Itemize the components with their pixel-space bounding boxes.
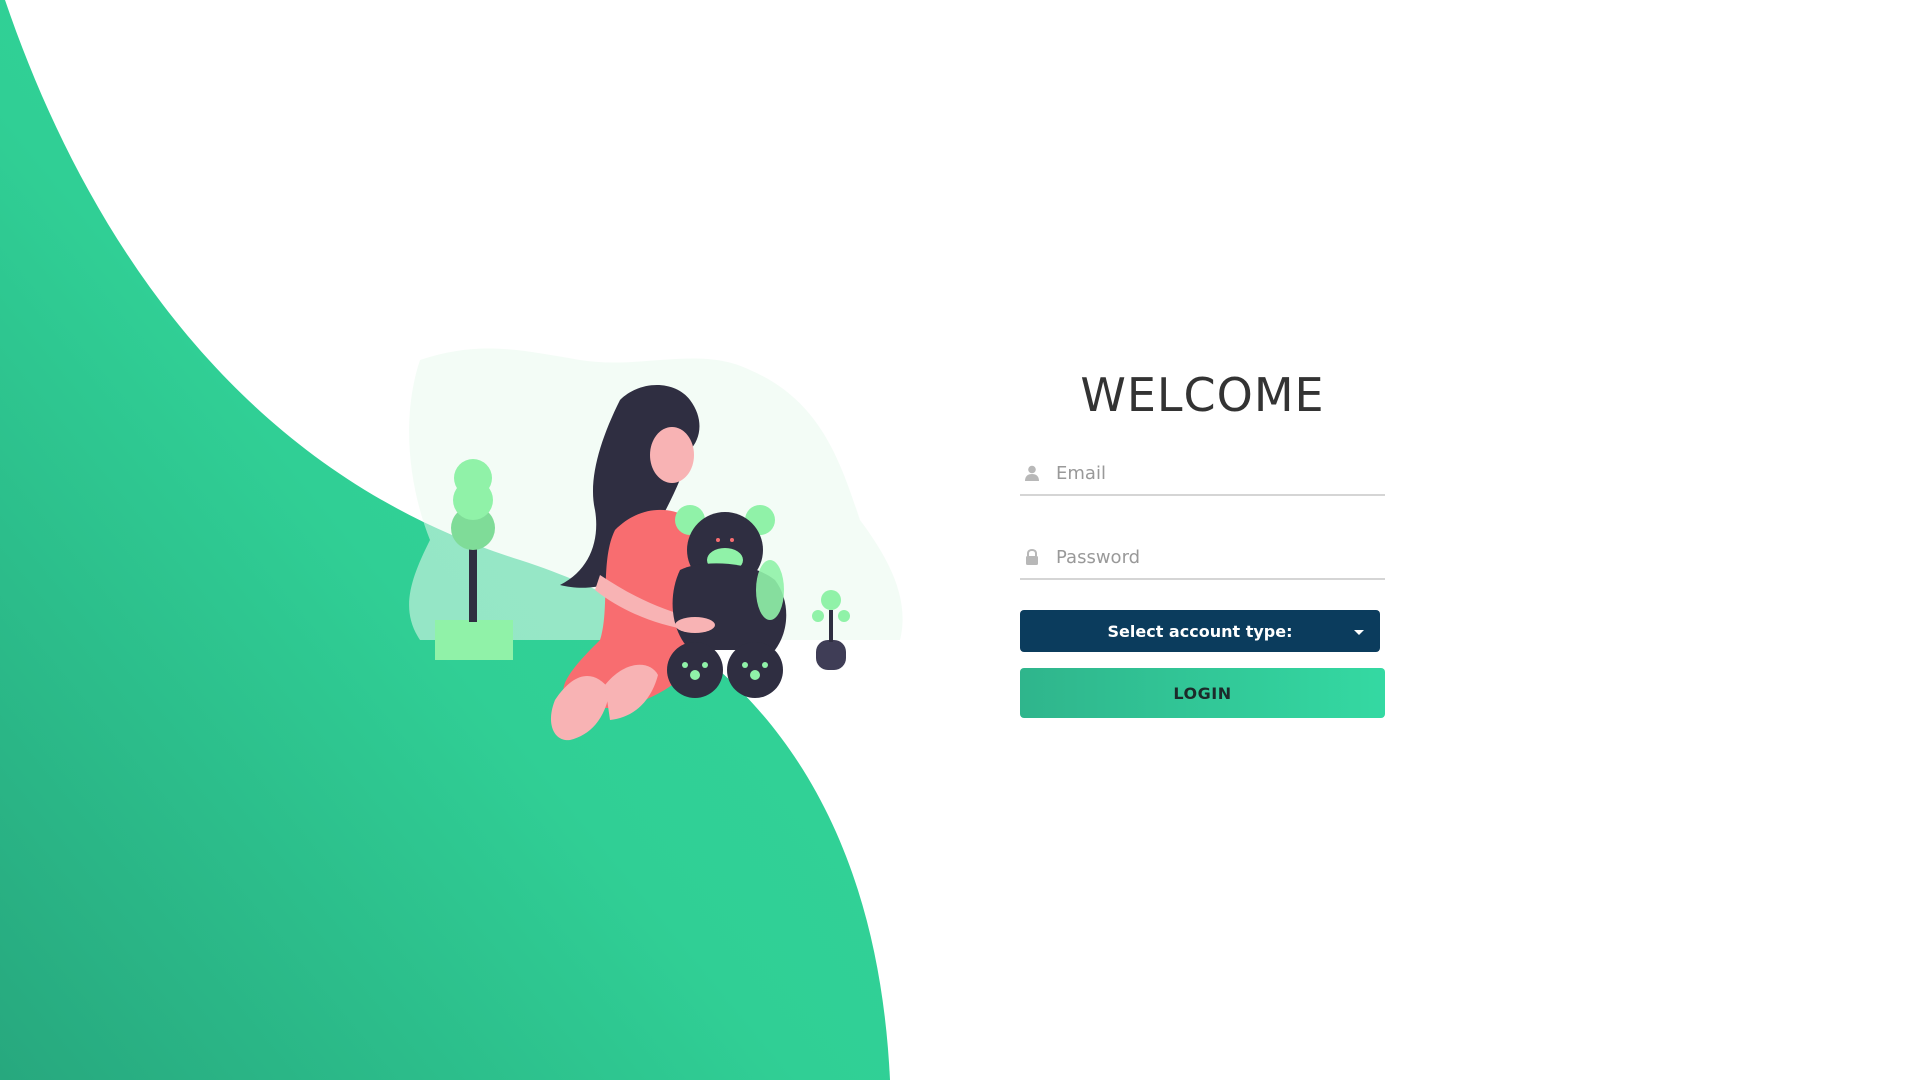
email-field <box>1020 452 1385 496</box>
caret-down-icon <box>1354 630 1364 635</box>
user-icon <box>1024 465 1040 481</box>
login-page: WELCOME Select account type: <box>0 0 1920 1080</box>
email-input[interactable] <box>1056 462 1356 484</box>
girl-with-teddy-bear-illustration <box>409 348 903 741</box>
welcome-title: WELCOME <box>1080 368 1325 422</box>
lock-icon <box>1024 549 1040 565</box>
green-wave-background <box>0 0 890 1080</box>
password-field <box>1020 536 1385 580</box>
login-form: WELCOME Select account type: <box>1020 360 1385 718</box>
account-type-select[interactable]: Select account type: <box>1020 610 1380 652</box>
password-input[interactable] <box>1056 546 1356 568</box>
login-button[interactable]: LOGIN <box>1020 668 1385 718</box>
account-type-label: Select account type: <box>1107 621 1293 641</box>
